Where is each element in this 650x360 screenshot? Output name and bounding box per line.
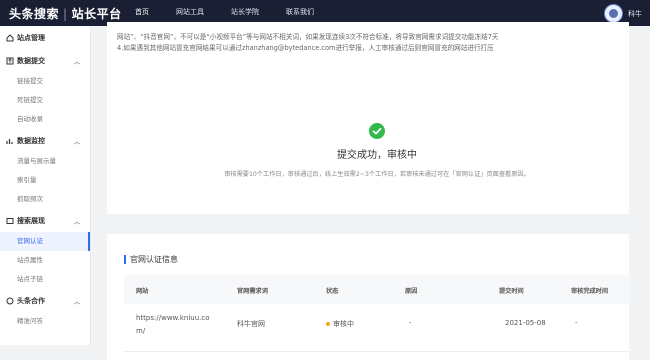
brand-name: 头条搜索 (9, 7, 60, 21)
sidebar-group-data-monitor[interactable]: 数据监控 ︿ (0, 129, 90, 152)
col-site: 网站 (136, 288, 149, 295)
home-icon (6, 33, 14, 42)
status-text: 审核中 (333, 320, 354, 328)
sidebar-group-label: 数据提交 (17, 56, 45, 65)
chart-icon (6, 137, 14, 145)
sidebar-item-qa[interactable]: 精准问答 (0, 312, 90, 331)
sidebar-item-crawl-frequency[interactable]: 抓取频次 (0, 190, 90, 209)
chevron-up-icon: ︿ (73, 59, 80, 66)
col-status: 状态 (326, 288, 339, 295)
sidebar-group-label: 数据监控 (17, 136, 45, 145)
sidebar-item-index-volume[interactable]: 索引量 (0, 171, 90, 190)
sidebar-group-search-display[interactable]: 搜索展现 ︿ (0, 209, 90, 232)
success-title: 提交成功，审核中 (337, 150, 417, 161)
sidebar-group-cooperation[interactable]: 头条合作 ︿ (0, 289, 90, 312)
success-check-icon (369, 123, 385, 139)
chevron-up-icon: ︿ (73, 139, 80, 146)
sidebar: 站点管理 数据提交 ︿ 链接提交 死链提交 自动收录 数据监控 ︿ 流量与展示量… (0, 26, 91, 345)
brand-sub: 站长平台 (71, 7, 122, 21)
main-content: 网站”、“抖音官网”，不可以是“小视频平台”等与网站不相关词，如果发现连续3次不… (97, 22, 643, 360)
brand-logo[interactable]: 头条搜索 | 站长平台 (9, 5, 122, 22)
cell-status: 审核中 (326, 319, 354, 329)
submit-result-card: 网站”、“抖音官网”，不可以是“小视频平台”等与网站不相关词，如果发现连续3次不… (107, 22, 629, 214)
cell-finish-time: - (575, 319, 578, 327)
site-url-line: m/ (136, 327, 146, 335)
success-description: 审核需要10个工作日，审核通过后，线上生效需2~3个工作日，若审核未通过可在「官… (224, 171, 530, 178)
status-dot-icon (326, 322, 330, 326)
notice-line: 网站”、“抖音官网”，不可以是“小视频平台”等与网站不相关词，如果发现连续3次不… (117, 33, 499, 41)
chevron-up-icon: ︿ (73, 299, 80, 306)
cell-site[interactable]: https://www.kniuu.co m/ (136, 312, 210, 338)
search-display-icon (6, 217, 14, 225)
notice-line: 4.如果遇到其他网站冒充官网结果可以通过zhanzhang@bytedance.… (117, 44, 494, 52)
cell-submit-time: 2021-05-08 (505, 319, 546, 327)
sidebar-item-auto-index[interactable]: 自动收录 (0, 110, 90, 129)
user-name: 科牛 (628, 9, 642, 18)
table-header: 网站 官网需求词 状态 原因 提交时间 审核完成时间 (124, 275, 630, 304)
sidebar-group-site-management[interactable]: 站点管理 (0, 26, 90, 49)
sidebar-item-traffic[interactable]: 流量与展示量 (0, 152, 90, 171)
verify-info-card: 官网认证信息 网站 官网需求词 状态 原因 提交时间 审核完成时间 https:… (107, 234, 630, 360)
sidebar-item-link-submit[interactable]: 链接提交 (0, 72, 90, 91)
cooperation-icon (6, 297, 14, 305)
sidebar-group-label: 头条合作 (17, 296, 45, 305)
sidebar-item-official-verify[interactable]: 官网认证 (0, 232, 90, 251)
sidebar-group-label: 站点管理 (17, 33, 45, 42)
cell-keyword: 科牛官网 (237, 320, 265, 328)
table-row: https://www.kniuu.co m/ 科牛官网 审核中 - 2021-… (124, 307, 630, 352)
col-keyword: 官网需求词 (237, 288, 268, 295)
sidebar-item-deadlink-submit[interactable]: 死链提交 (0, 91, 90, 110)
sidebar-item-sitelinks[interactable]: 站点子链 (0, 270, 90, 289)
col-submit-time: 提交时间 (499, 288, 524, 295)
user-menu[interactable]: 科牛 (604, 4, 642, 23)
sidebar-item-site-attributes[interactable]: 站点属性 (0, 251, 90, 270)
avatar[interactable] (604, 4, 623, 23)
notice-text: 网站”、“抖音官网”，不可以是“小视频平台”等与网站不相关词，如果发现连续3次不… (117, 32, 622, 54)
brand-separator: | (63, 7, 68, 21)
sidebar-group-label: 搜索展现 (17, 216, 45, 225)
col-reason: 原因 (405, 288, 418, 295)
upload-icon (6, 57, 14, 65)
avatar-icon (609, 9, 618, 18)
cell-reason: - (409, 319, 412, 327)
site-url-line: https://www.kniuu.co (136, 314, 210, 322)
col-finish-time: 审核完成时间 (571, 288, 609, 295)
chevron-up-icon: ︿ (73, 219, 80, 226)
sidebar-group-data-submit[interactable]: 数据提交 ︿ (0, 49, 90, 72)
section-title: 官网认证信息 (124, 255, 178, 264)
